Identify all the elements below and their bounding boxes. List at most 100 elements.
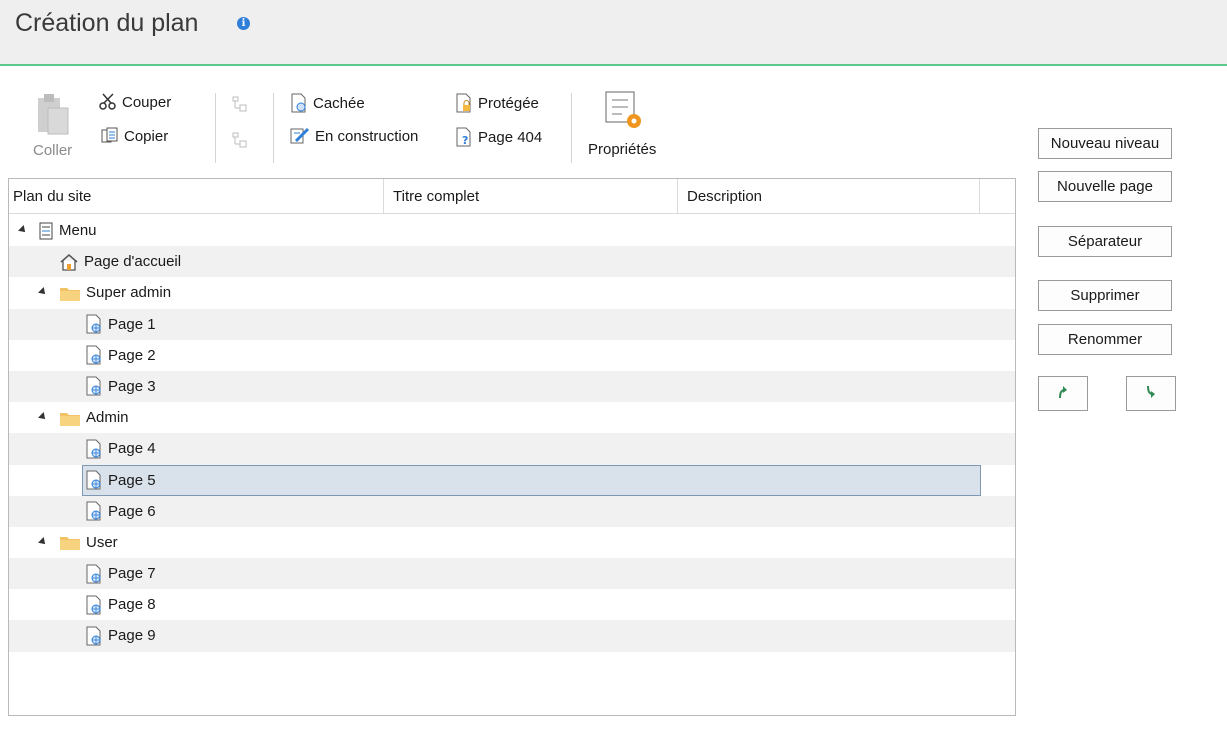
arrow-down-icon	[1145, 385, 1157, 403]
hidden-button[interactable]: Cachée	[290, 93, 365, 113]
copy-label: Copier	[124, 127, 169, 145]
indent-icon	[231, 95, 249, 113]
tree-row[interactable]: Page 3	[9, 370, 1015, 403]
web-page-icon	[85, 470, 103, 490]
header-bar: Création du plan i	[0, 0, 1227, 66]
tree-row[interactable]: Page d'accueil	[9, 246, 1015, 278]
web-page-icon	[85, 501, 103, 521]
paste-label: Coller	[33, 142, 73, 159]
tree-node-label: Super admin	[86, 284, 172, 302]
move-up-button[interactable]	[1038, 376, 1088, 411]
paste-button[interactable]: Coller	[27, 92, 87, 162]
tree-node-page[interactable]: Page 3	[85, 371, 156, 402]
tree-row[interactable]: Page 9	[9, 620, 1015, 652]
info-icon[interactable]: i	[237, 17, 250, 30]
tree-node-label: Page 9	[108, 627, 156, 645]
hidden-label: Cachée	[313, 94, 365, 112]
tree-node-folder[interactable]: Super admin	[59, 277, 171, 308]
tree-row[interactable]: Admin	[9, 402, 1015, 433]
home-icon	[59, 253, 79, 271]
web-page-icon	[85, 345, 103, 365]
tree-node-page[interactable]: Page 4	[85, 433, 156, 464]
tree-node-page[interactable]: Page 2	[85, 340, 156, 371]
column-divider	[383, 179, 384, 213]
web-page-icon	[85, 314, 103, 334]
tree-node-home[interactable]: Page d'accueil	[59, 246, 181, 277]
outdent-icon	[231, 131, 249, 149]
tree-node-page[interactable]: Page 1	[85, 309, 156, 340]
cut-button[interactable]: Couper	[99, 93, 171, 111]
tree-row[interactable]: Page 5	[9, 464, 1015, 496]
outdent-button[interactable]	[231, 131, 254, 149]
separator-button[interactable]: Séparateur	[1038, 226, 1172, 257]
tree-node-label: Page 5	[108, 471, 156, 489]
tree-node-label: User	[86, 533, 118, 551]
tree-node-label: Page 4	[108, 440, 156, 458]
protected-button[interactable]: Protégée	[455, 93, 539, 113]
tree-row[interactable]: Page 7	[9, 558, 1015, 590]
properties-button[interactable]: Propriétés	[585, 90, 675, 160]
tree-row[interactable]: Page 1	[9, 308, 1015, 340]
expand-toggle-icon[interactable]	[38, 536, 48, 547]
web-page-icon	[85, 376, 103, 396]
tree-node-label: Menu	[59, 222, 97, 239]
tree-rows: Menu Page d'accueil Super admin Page 1 Page …	[9, 215, 1015, 652]
column-header-description[interactable]: Description	[683, 179, 762, 213]
tree-row[interactable]: Super admin	[9, 277, 1015, 308]
tree-node-page[interactable]: Page 6	[85, 496, 156, 527]
column-divider	[677, 179, 678, 213]
site-plan-tree[interactable]: Plan du site Titre complet Description M…	[8, 178, 1016, 716]
tree-row[interactable]: Menu	[9, 215, 1015, 246]
web-page-icon	[85, 595, 103, 615]
tree-row[interactable]: Page 4	[9, 433, 1015, 465]
under-construction-button[interactable]: En construction	[290, 127, 418, 145]
tree-node-folder[interactable]: Admin	[59, 402, 129, 433]
protected-label: Protégée	[478, 94, 539, 112]
copy-icon	[101, 127, 119, 145]
expand-toggle-icon[interactable]	[38, 412, 48, 423]
column-divider	[979, 179, 980, 213]
tree-node-label: Page 7	[108, 565, 156, 583]
tree-node-label: Page d'accueil	[84, 253, 182, 271]
new-page-button[interactable]: Nouvelle page	[1038, 171, 1172, 202]
web-page-icon	[85, 626, 103, 646]
tree-node-label: Page 6	[108, 502, 156, 520]
lock-page-icon	[455, 93, 473, 113]
expand-toggle-icon[interactable]	[18, 225, 28, 235]
copy-button[interactable]: Copier	[101, 127, 168, 145]
tree-row[interactable]: Page 8	[9, 589, 1015, 620]
indent-button[interactable]	[231, 95, 254, 113]
web-page-icon	[85, 564, 103, 584]
page404-button[interactable]: ? Page 404	[455, 127, 542, 147]
rename-button[interactable]: Renommer	[1038, 324, 1172, 355]
tree-node-page[interactable]: Page 8	[85, 589, 156, 620]
tree-row[interactable]: User	[9, 527, 1015, 558]
web-page-icon	[85, 439, 103, 459]
question-page-icon: ?	[455, 127, 473, 147]
tree-node-label: Page 8	[108, 596, 156, 614]
column-header-site-plan[interactable]: Plan du site	[9, 179, 91, 213]
tree-node-page[interactable]: Page 9	[85, 620, 156, 651]
selection-highlight	[82, 464, 981, 496]
folder-icon	[59, 284, 81, 302]
grid-header: Plan du site Titre complet Description	[9, 179, 1015, 214]
new-level-button[interactable]: Nouveau niveau	[1038, 128, 1172, 159]
tree-node-label: Page 3	[108, 377, 156, 395]
delete-button[interactable]: Supprimer	[1038, 280, 1172, 311]
arrow-up-icon	[1057, 385, 1069, 403]
toolbar-divider	[215, 93, 216, 163]
menu-icon	[38, 222, 54, 240]
expand-toggle-icon[interactable]	[38, 287, 48, 298]
tree-node-folder[interactable]: User	[59, 527, 118, 558]
column-header-full-title[interactable]: Titre complet	[389, 179, 479, 213]
tree-row[interactable]: Page 6	[9, 495, 1015, 527]
cut-label: Couper	[122, 93, 172, 111]
tree-node-page[interactable]: Page 7	[85, 558, 156, 589]
hidden-page-icon	[290, 93, 308, 113]
tree-row[interactable]: Page 2	[9, 340, 1015, 371]
toolbar-divider	[273, 93, 274, 163]
tree-node-menu[interactable]: Menu	[38, 215, 97, 246]
move-down-button[interactable]	[1126, 376, 1176, 411]
tree-node-page[interactable]: Page 5	[85, 465, 156, 496]
clipboard-icon	[36, 92, 72, 140]
